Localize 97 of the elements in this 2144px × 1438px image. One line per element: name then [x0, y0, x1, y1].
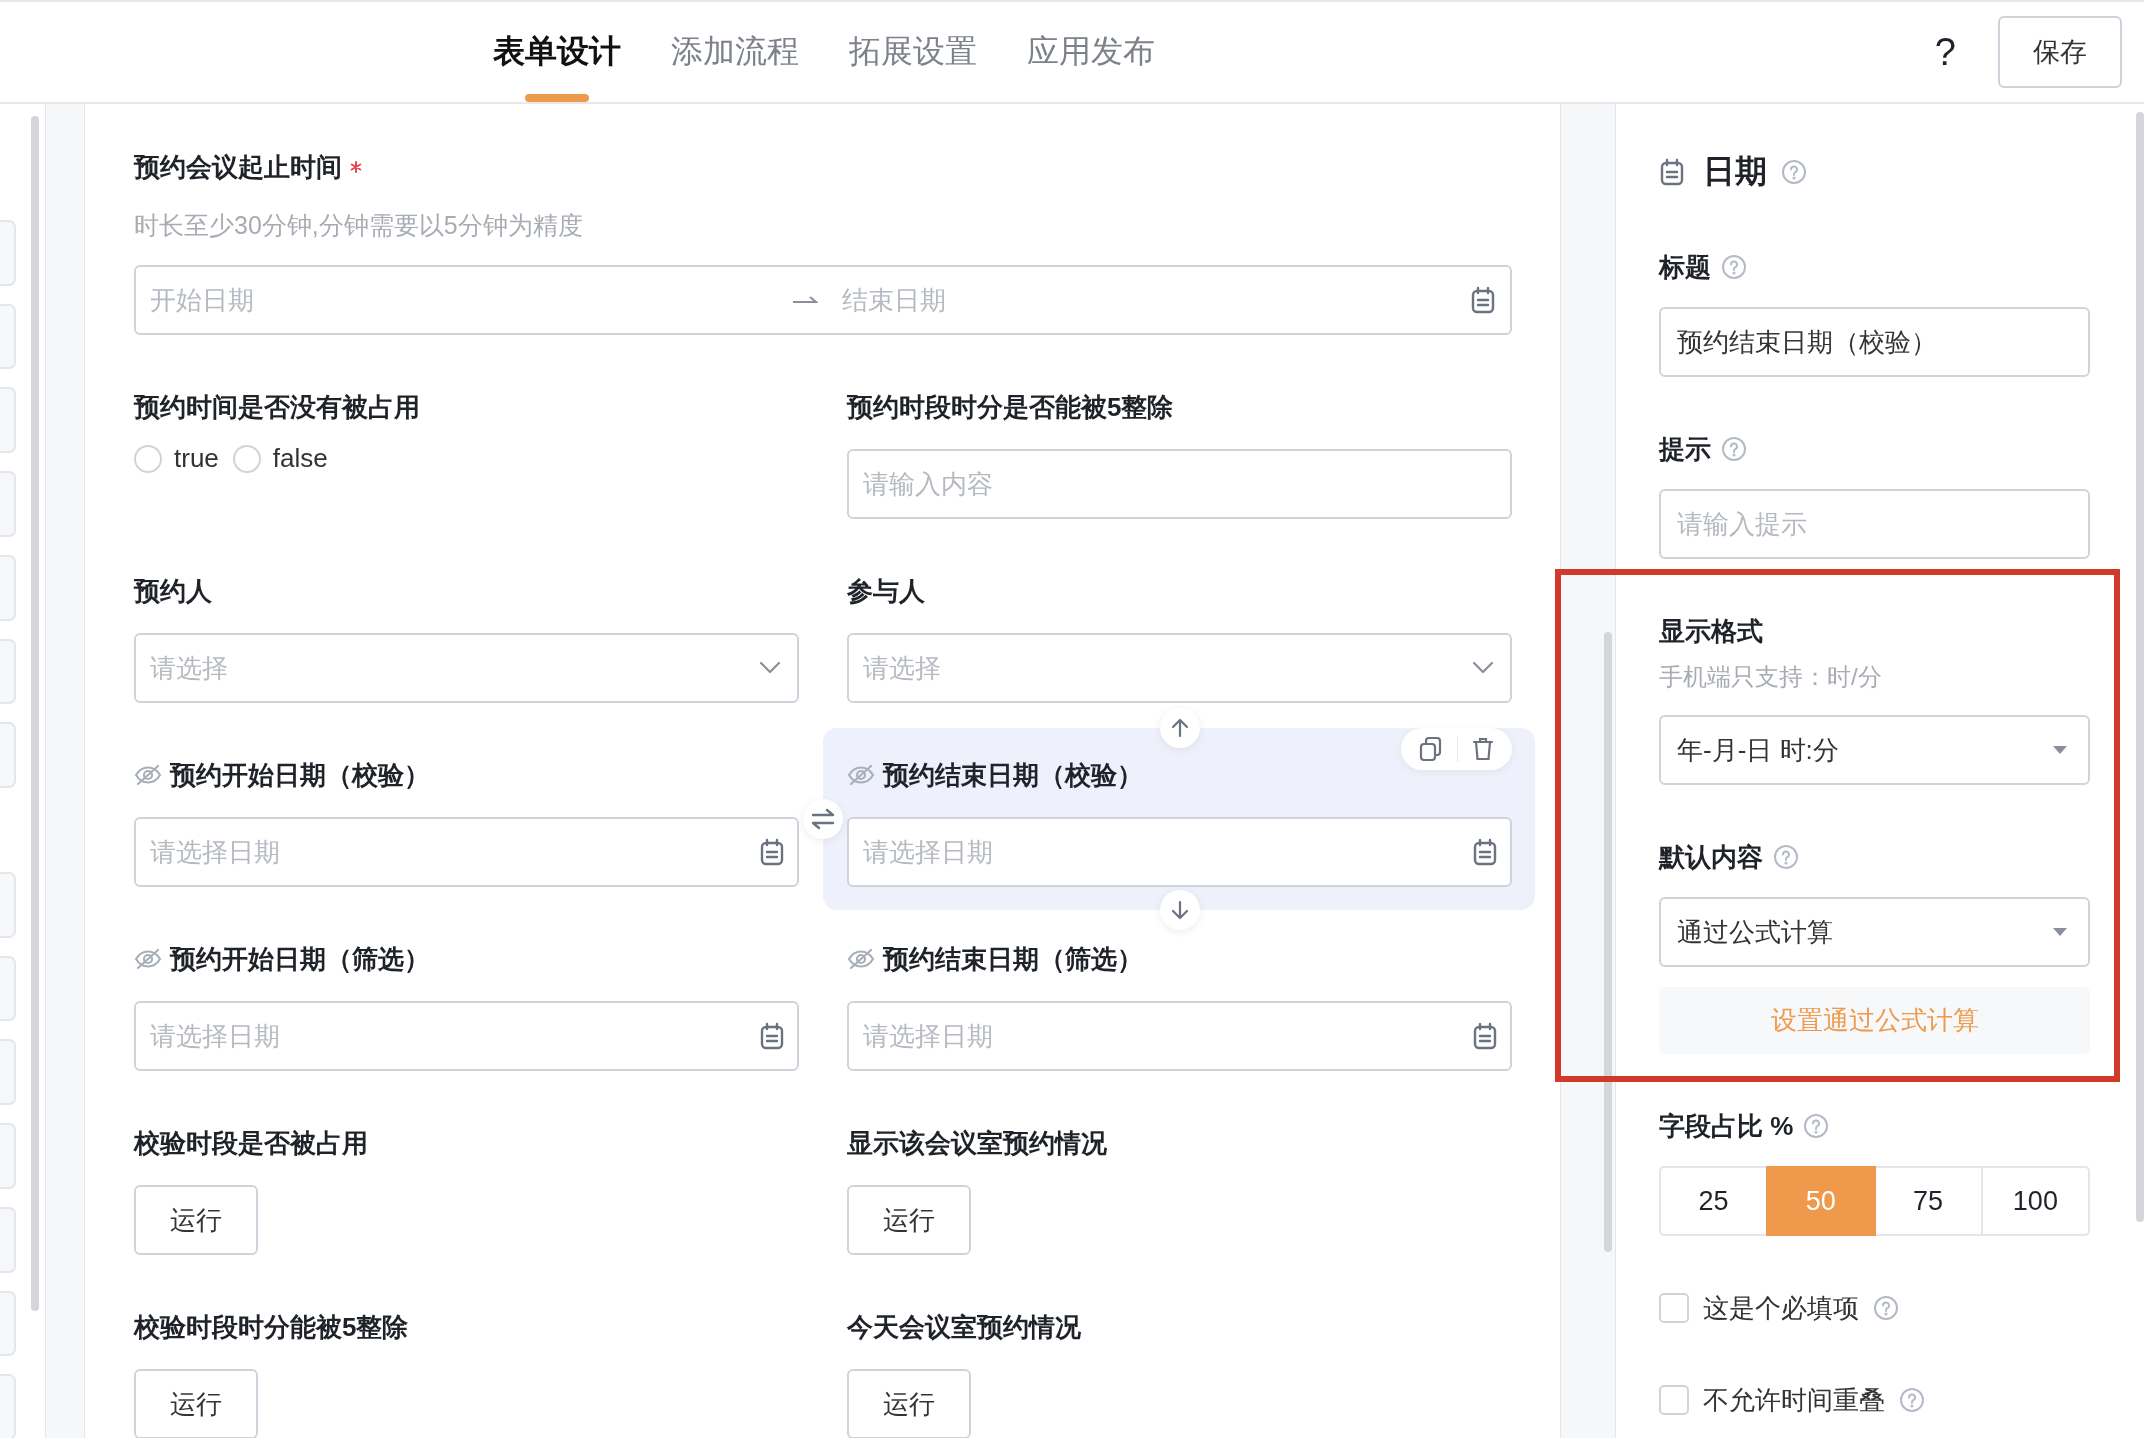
scrollbar[interactable]: [31, 116, 39, 1311]
help-icon[interactable]: [1873, 1295, 1899, 1321]
ratio-option[interactable]: 100: [1980, 1166, 2090, 1236]
field-label: 预约时间是否没有被占用: [134, 390, 420, 424]
scrollbar[interactable]: [1604, 632, 1612, 1252]
field-hint: 时长至少30分钟,分钟需要以5分钟为精度: [134, 210, 584, 241]
help-icon[interactable]: [1803, 1113, 1830, 1139]
ratio-option[interactable]: 25: [1659, 1166, 1769, 1236]
copy-icon[interactable]: [1419, 736, 1443, 762]
calendar-icon: [1659, 158, 1685, 186]
trash-icon[interactable]: [1472, 736, 1494, 762]
field-label: 校验时段时分能被5整除: [134, 1310, 409, 1344]
tab[interactable]: 表单设计: [493, 2, 621, 102]
arrow-up-icon: [1170, 718, 1189, 738]
run-button[interactable]: 运行: [847, 1369, 971, 1438]
radio-label[interactable]: false: [272, 443, 328, 474]
setting-label: 标题: [1659, 250, 1711, 284]
collapsed-card[interactable]: [0, 220, 16, 286]
caret-icon: [2052, 927, 2068, 937]
calendar-icon: [759, 1022, 785, 1050]
help-icon[interactable]: [1899, 1387, 1925, 1413]
tab[interactable]: 拓展设置: [849, 2, 977, 102]
calendar-icon: [1472, 838, 1498, 866]
caret-icon: [2052, 745, 2068, 755]
arrow-down-icon: [1170, 900, 1189, 920]
date-field[interactable]: 请选择日期: [134, 1001, 799, 1071]
radio-label[interactable]: true: [174, 443, 219, 474]
active-tab-indicator: [525, 94, 589, 102]
field-label: 校验时段是否被占用: [134, 1126, 368, 1160]
date-field[interactable]: 请选择日期: [134, 817, 799, 887]
chevron-down-icon: [759, 661, 781, 675]
run-button[interactable]: 运行: [847, 1185, 971, 1255]
field-label: 预约结束日期（筛选）: [883, 942, 1143, 976]
help-icon[interactable]: [1781, 159, 1807, 185]
collapsed-card[interactable]: [0, 1206, 16, 1273]
setting-hint: 手机端只支持：时/分: [1659, 662, 1883, 692]
run-button[interactable]: 运行: [134, 1369, 258, 1438]
collapsed-card[interactable]: [0, 955, 16, 1022]
run-button[interactable]: 运行: [134, 1185, 258, 1255]
field-label: 预约结束日期（校验）: [883, 758, 1143, 792]
start-date-input[interactable]: 开始日期: [150, 284, 768, 316]
date-field[interactable]: 请选择日期: [847, 1001, 1512, 1071]
collapsed-card[interactable]: [0, 638, 16, 705]
radio-button[interactable]: [232, 444, 261, 473]
text-field[interactable]: 预约结束日期（校验）: [1659, 307, 2090, 377]
help-icon[interactable]: [1721, 436, 1747, 462]
setting-label: 显示格式: [1659, 614, 1763, 648]
radio-button[interactable]: [134, 444, 162, 473]
collapsed-card[interactable]: [0, 471, 16, 537]
collapsed-card[interactable]: [0, 554, 16, 621]
tab[interactable]: 应用发布: [1027, 2, 1155, 102]
help-button[interactable]: ?: [1928, 29, 1962, 75]
swap-button[interactable]: [803, 799, 843, 839]
field-label: 预约开始日期（校验）: [170, 758, 430, 792]
collapsed-card[interactable]: [0, 387, 16, 454]
field-label: 显示该会议室预约情况: [847, 1126, 1107, 1160]
date-range-field[interactable]: 开始日期 结束日期: [134, 265, 1512, 335]
help-icon[interactable]: [1721, 254, 1747, 280]
collapsed-card[interactable]: [0, 872, 16, 938]
collapsed-card[interactable]: [0, 1290, 16, 1357]
chevron-down-icon: [1472, 661, 1494, 675]
help-icon[interactable]: [1773, 844, 1799, 870]
setting-label: 字段占比 %: [1659, 1109, 1794, 1143]
setting-label: 默认内容: [1659, 840, 1763, 874]
calendar-icon: [1472, 1022, 1498, 1050]
end-date-input[interactable]: 结束日期: [842, 284, 1460, 316]
text-field[interactable]: 请输入提示: [1659, 489, 2090, 559]
field-label: 预约时段时分是否能被5整除: [847, 390, 1174, 424]
field-label: 参与人: [847, 574, 925, 608]
calendar-icon: [759, 838, 785, 866]
move-down-button[interactable]: [1159, 890, 1200, 930]
setting-label: 提示: [1659, 432, 1711, 466]
save-button[interactable]: 保存: [1998, 16, 2122, 88]
scrollbar[interactable]: [2136, 112, 2144, 1222]
swap-arrows-icon: [811, 808, 835, 830]
checkbox[interactable]: [1659, 1293, 1689, 1323]
date-field[interactable]: 请选择日期: [847, 817, 1512, 887]
field-label: 预约人: [134, 574, 212, 608]
selected-field-card[interactable]: 预约结束日期（校验） 请选择日期: [823, 728, 1535, 910]
checkbox-label[interactable]: 这是个必填项: [1703, 1290, 1859, 1326]
ratio-option[interactable]: 75: [1873, 1166, 1983, 1236]
collapsed-card[interactable]: [0, 303, 16, 370]
field-label: 今天会议室预约情况: [847, 1310, 1081, 1344]
collapsed-card[interactable]: [0, 1123, 16, 1189]
calendar-icon: [1470, 286, 1496, 314]
panel-title: 日期: [1703, 152, 1767, 191]
select-field[interactable]: 年-月-日 时:分: [1659, 715, 2090, 785]
text-field[interactable]: 请输入内容: [847, 449, 1512, 519]
checkbox-label[interactable]: 不允许时间重叠: [1703, 1382, 1885, 1418]
collapsed-card[interactable]: [0, 1039, 16, 1106]
checkbox[interactable]: [1659, 1385, 1689, 1415]
collapsed-card[interactable]: [0, 1374, 16, 1438]
collapsed-card[interactable]: [0, 722, 16, 789]
select-field[interactable]: 通过公式计算: [1659, 897, 2090, 967]
tab[interactable]: 添加流程: [671, 2, 799, 102]
field-label: 预约开始日期（筛选）: [170, 942, 430, 976]
field-label: 预约会议起止时间: [134, 150, 342, 184]
